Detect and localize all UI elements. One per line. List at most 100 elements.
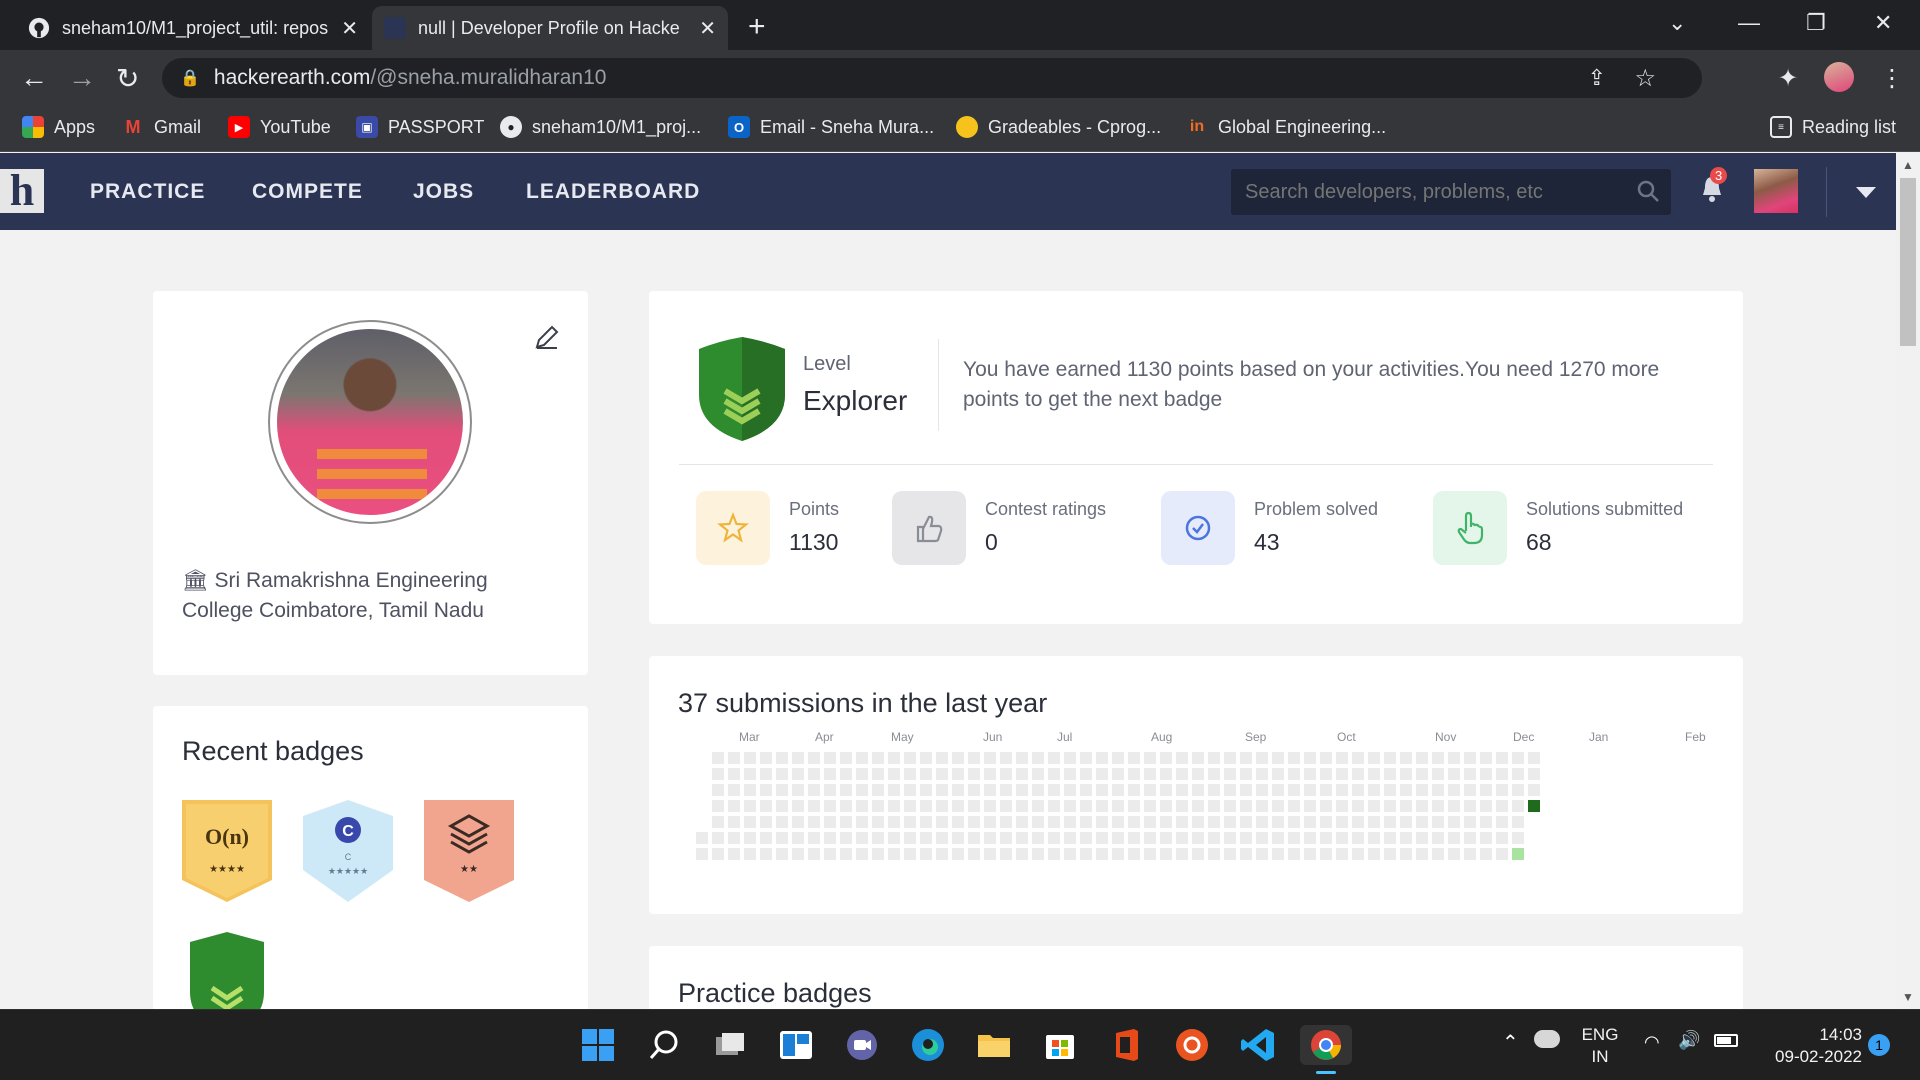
heatmap-cell[interactable] [744, 768, 756, 780]
heatmap-cell[interactable] [872, 768, 884, 780]
heatmap-cell[interactable] [760, 784, 772, 796]
heatmap-cell[interactable] [1128, 752, 1140, 764]
heatmap-cell[interactable] [1112, 832, 1124, 844]
ubuntu-icon[interactable] [1172, 1025, 1212, 1065]
bookmark-outlook[interactable]: O Email - Sneha Mura... [728, 116, 934, 138]
heatmap-cell[interactable] [1032, 848, 1044, 860]
clock[interactable]: 14:03 09-02-2022 [1752, 1024, 1862, 1068]
heatmap-cell[interactable] [1160, 848, 1172, 860]
heatmap-cell[interactable] [1288, 800, 1300, 812]
tab-github[interactable]: sneham10/M1_project_util: repos ✕ [16, 6, 370, 50]
heatmap-cell[interactable] [1128, 816, 1140, 828]
heatmap-cell[interactable] [952, 784, 964, 796]
heatmap-cell[interactable] [1096, 784, 1108, 796]
heatmap-cell[interactable] [1400, 832, 1412, 844]
bookmark-gradeables[interactable]: Gradeables - Cprog... [956, 116, 1161, 138]
heatmap-cell[interactable] [1208, 784, 1220, 796]
heatmap-cell[interactable] [776, 752, 788, 764]
heatmap-cell[interactable] [1320, 768, 1332, 780]
heatmap-cell[interactable] [888, 752, 900, 764]
heatmap-cell[interactable] [1464, 752, 1476, 764]
heatmap-cell[interactable] [808, 816, 820, 828]
bookmark-gmail[interactable]: M Gmail [122, 116, 202, 138]
heatmap-cell[interactable] [872, 752, 884, 764]
heatmap-cell[interactable] [1160, 816, 1172, 828]
heatmap-cell[interactable] [1224, 832, 1236, 844]
heatmap-cell[interactable] [1224, 752, 1236, 764]
heatmap-cell[interactable] [1064, 816, 1076, 828]
heatmap-cell[interactable] [1464, 784, 1476, 796]
heatmap-cell[interactable] [1256, 848, 1268, 860]
heatmap-cell[interactable] [1432, 784, 1444, 796]
minimize-icon[interactable]: — [1738, 10, 1760, 36]
heatmap-cell[interactable] [1240, 784, 1252, 796]
heatmap-cell[interactable] [1384, 816, 1396, 828]
heatmap-cell[interactable] [840, 848, 852, 860]
heatmap-cell[interactable] [1288, 816, 1300, 828]
heatmap-cell[interactable] [792, 768, 804, 780]
heatmap-cell[interactable] [1496, 832, 1508, 844]
heatmap-cell[interactable] [1336, 848, 1348, 860]
heatmap-cell[interactable] [760, 848, 772, 860]
heatmap-cell[interactable] [1480, 832, 1492, 844]
heatmap-cell[interactable] [1016, 816, 1028, 828]
heatmap-cell[interactable] [824, 768, 836, 780]
chevron-up-icon[interactable]: ⌃ [1502, 1030, 1519, 1055]
heatmap-cell[interactable] [936, 832, 948, 844]
heatmap-cell[interactable] [1512, 784, 1524, 796]
heatmap-cell[interactable] [856, 768, 868, 780]
heatmap-cell[interactable] [1032, 768, 1044, 780]
heatmap-cell[interactable] [1176, 800, 1188, 812]
heatmap-cell[interactable] [920, 784, 932, 796]
vscode-icon[interactable] [1238, 1025, 1278, 1065]
heatmap-cell[interactable] [1256, 768, 1268, 780]
badge-stack-icon[interactable] [424, 800, 514, 902]
heatmap-cell[interactable] [1464, 800, 1476, 812]
heatmap-cell[interactable] [1128, 848, 1140, 860]
heatmap-cell[interactable] [1272, 784, 1284, 796]
heatmap-cell[interactable] [1048, 848, 1060, 860]
heatmap-cell[interactable] [1000, 816, 1012, 828]
heatmap-cell[interactable] [840, 800, 852, 812]
heatmap-cell[interactable] [808, 848, 820, 860]
heatmap-cell[interactable] [1032, 800, 1044, 812]
heatmap-cell[interactable] [1368, 768, 1380, 780]
heatmap-cell[interactable] [712, 832, 724, 844]
heatmap-cell[interactable] [776, 848, 788, 860]
heatmap-cell[interactable] [1080, 784, 1092, 796]
heatmap-cell[interactable] [1416, 752, 1428, 764]
heatmap-cell[interactable] [1288, 832, 1300, 844]
heatmap-cell[interactable] [1048, 800, 1060, 812]
new-tab-icon[interactable]: + [748, 10, 766, 44]
scrollbar-thumb[interactable] [1900, 178, 1916, 346]
heatmap-cell[interactable] [1528, 768, 1540, 780]
heatmap-cell[interactable] [1368, 816, 1380, 828]
heatmap-cell[interactable] [1352, 848, 1364, 860]
heatmap-cell[interactable] [1432, 768, 1444, 780]
heatmap-cell[interactable] [1448, 752, 1460, 764]
extensions-icon[interactable]: ✦ [1778, 64, 1798, 93]
heatmap-cell[interactable] [1048, 768, 1060, 780]
heatmap-cell[interactable] [744, 784, 756, 796]
heatmap-cell[interactable] [1320, 752, 1332, 764]
heatmap-cell[interactable] [712, 848, 724, 860]
heatmap-cell[interactable] [1448, 832, 1460, 844]
heatmap-cell[interactable] [1384, 784, 1396, 796]
heatmap-cell[interactable] [1464, 768, 1476, 780]
onedrive-icon[interactable] [1534, 1030, 1560, 1048]
heatmap-cell[interactable] [1032, 816, 1044, 828]
heatmap-cell[interactable] [1368, 800, 1380, 812]
heatmap-cell[interactable] [1400, 752, 1412, 764]
heatmap-cell[interactable] [744, 752, 756, 764]
heatmap-cell[interactable] [952, 816, 964, 828]
heatmap-cell[interactable] [808, 832, 820, 844]
battery-icon[interactable] [1714, 1034, 1738, 1047]
heatmap-cell[interactable] [744, 848, 756, 860]
forward-icon[interactable]: → [68, 62, 96, 94]
heatmap-cell[interactable] [1160, 768, 1172, 780]
heatmap-cell[interactable] [824, 752, 836, 764]
heatmap-cell[interactable] [760, 752, 772, 764]
scroll-up-icon[interactable]: ▲ [1902, 158, 1914, 172]
badge-c-icon[interactable]: C [303, 800, 393, 902]
heatmap-cell[interactable] [840, 832, 852, 844]
